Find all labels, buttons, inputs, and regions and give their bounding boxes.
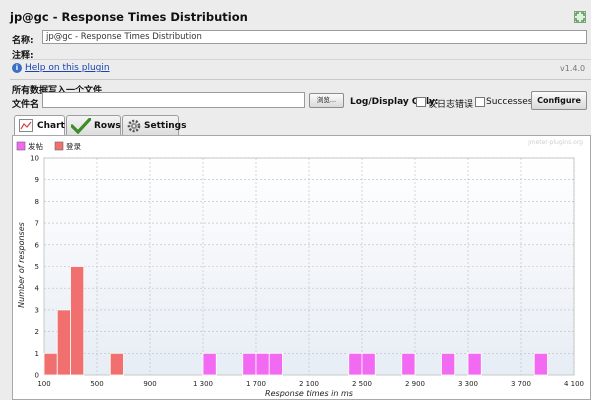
name-input[interactable]: jp@gc - Response Times Distribution	[42, 30, 587, 44]
tab-settings[interactable]: Settings	[122, 115, 186, 136]
x-tick-label: 900	[143, 380, 156, 388]
window-title: jp@gc - Response Times Distribution	[10, 10, 248, 24]
x-tick-label: 3 700	[511, 380, 531, 388]
filename-input[interactable]	[42, 92, 305, 108]
file-label: 文件名	[12, 100, 40, 110]
help-link[interactable]: Help on this plugin	[25, 63, 110, 73]
tab-chart[interactable]: Chart	[14, 115, 65, 136]
histogram-bar	[441, 352, 456, 376]
successes-label: Successes	[486, 97, 533, 107]
expand-icon[interactable]	[574, 11, 586, 23]
chart-icon	[19, 119, 33, 132]
y-axis-label: Number of responses	[17, 222, 26, 308]
x-tick-label: 4 100	[564, 380, 584, 388]
y-tick-label: 0	[35, 372, 39, 380]
histogram-bar	[242, 352, 257, 376]
y-tick-label: 5	[35, 263, 39, 271]
name-label: 名称:	[12, 36, 34, 46]
histogram-bar	[70, 266, 85, 376]
y-tick-label: 2	[35, 328, 39, 336]
histogram-bar	[43, 352, 58, 376]
browse-button[interactable]: 浏览...	[309, 93, 344, 108]
x-tick-label: 1 300	[193, 380, 213, 388]
x-tick-label: 500	[90, 380, 103, 388]
version-label: v1.4.0	[560, 64, 586, 73]
histogram-bar	[109, 352, 124, 376]
y-tick-label: 4	[35, 285, 40, 293]
histogram-bar	[56, 309, 71, 376]
x-tick-label: 2 500	[352, 380, 372, 388]
legend-label: 登录	[66, 141, 81, 151]
histogram-bar	[268, 352, 283, 376]
response-times-chart: 0 1 2 3 4 5 6 7 8 9 10 100 500 900 1 300 1 700 2 100 2 50…	[16, 139, 584, 398]
expand-arrows-icon	[575, 12, 585, 22]
errors-only-label: 仅日志错误	[428, 100, 474, 110]
gear-icon	[127, 119, 141, 133]
tab-chart-label: Chart	[37, 121, 65, 131]
x-tick-label: 2 100	[299, 380, 319, 388]
successes-checkbox[interactable]	[475, 97, 485, 107]
y-tick-label: 1	[35, 350, 39, 358]
legend-swatch	[54, 141, 64, 151]
y-tick-label: 6	[35, 241, 40, 249]
tab-rows-label: Rows	[94, 121, 121, 131]
configure-button[interactable]: Configure	[531, 91, 587, 110]
legend-label: 发帖	[28, 141, 43, 151]
histogram-bar	[361, 352, 376, 376]
errors-only-checkbox[interactable]	[416, 97, 426, 107]
histogram-bar	[533, 352, 548, 376]
checkmark-icon	[71, 118, 91, 134]
x-tick-label: 2 900	[405, 380, 425, 388]
y-tick-label: 9	[35, 176, 39, 184]
x-axis-label: Response times in ms	[265, 389, 353, 398]
tab-rows[interactable]: Rows	[66, 115, 121, 136]
y-tick-label: 3	[35, 306, 39, 314]
x-tick-label: 3 300	[458, 380, 478, 388]
chart-watermark: jmeter-plugins.org	[527, 139, 583, 146]
y-tick-label: 7	[35, 220, 39, 228]
y-tick-label: 10	[30, 155, 39, 163]
histogram-bar	[467, 352, 482, 376]
x-tick-label: 1 700	[246, 380, 266, 388]
histogram-bar	[202, 352, 217, 376]
histogram-bar	[255, 352, 270, 376]
x-tick-label: 100	[37, 380, 50, 388]
info-icon: i	[12, 63, 22, 73]
y-tick-label: 8	[35, 198, 39, 206]
tab-settings-label: Settings	[144, 121, 187, 131]
legend-swatch	[16, 141, 26, 151]
histogram-bar	[401, 352, 416, 376]
histogram-bar	[348, 352, 363, 376]
